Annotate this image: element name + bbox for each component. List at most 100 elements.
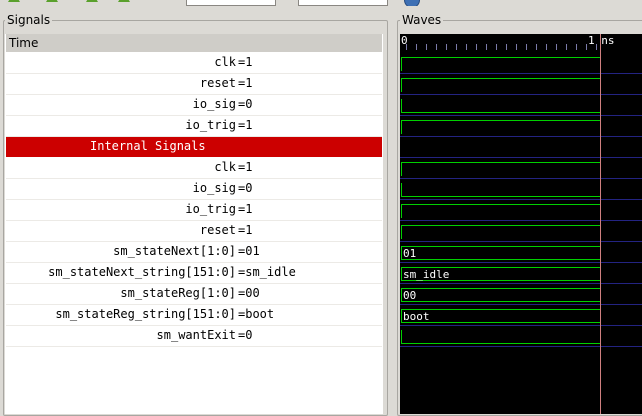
- signal-value: =1: [238, 76, 253, 90]
- waves-canvas[interactable]: 0 1 ns 01 sm_idle 00 boot: [400, 34, 642, 414]
- signals-list[interactable]: Time clk =1 reset =1 io_sig =0 io_trig =1 Intern…: [5, 34, 383, 414]
- trace-high: [402, 225, 600, 226]
- trace-low: [402, 343, 600, 344]
- trace-edge: [401, 330, 402, 344]
- ruler-tick: [516, 44, 517, 50]
- signal-row[interactable]: io_sig =0: [6, 179, 382, 200]
- ruler-tick: [476, 44, 477, 50]
- ruler-tick: [576, 44, 577, 50]
- forward-icon[interactable]: [118, 0, 130, 2]
- bit-trace: [400, 221, 642, 242]
- bit-trace: [400, 200, 642, 221]
- bit-trace: [400, 74, 642, 95]
- ruler-tick: [426, 44, 427, 50]
- vector-edge: [401, 309, 402, 323]
- vector-trace: boot: [400, 305, 642, 326]
- to-time-field[interactable]: [298, 0, 388, 6]
- signal-name: sm_stateNext[1:0]: [113, 244, 236, 258]
- ruler-tick: [536, 44, 537, 50]
- signal-name: io_trig: [185, 202, 236, 216]
- signal-value: =boot: [238, 307, 275, 321]
- ruler-tick: [406, 44, 407, 50]
- back-icon[interactable]: [86, 0, 98, 2]
- trace-edge: [401, 183, 402, 197]
- signal-name: clk: [214, 55, 236, 69]
- ruler-tick: [456, 44, 457, 50]
- time-header: Time: [9, 36, 39, 50]
- vector-value: 01: [403, 247, 417, 260]
- time-ruler[interactable]: 0 1 ns: [400, 34, 642, 52]
- trace-high: [402, 204, 600, 205]
- vector-bottom: [402, 259, 600, 260]
- trace-high: [402, 120, 600, 121]
- ruler-tick: [556, 44, 557, 50]
- trace-edge: [401, 225, 402, 239]
- signal-name: sm_wantExit: [156, 328, 236, 342]
- signal-row[interactable]: sm_stateReg[1:0] =00: [6, 284, 382, 305]
- vector-edge: [401, 288, 402, 302]
- vector-top: [402, 246, 600, 247]
- signal-row[interactable]: sm_stateReg_string[151:0] =boot: [6, 305, 382, 326]
- signal-value: =0: [238, 328, 253, 342]
- trace-edge: [401, 99, 402, 113]
- waves-frame-title: Waves: [400, 13, 444, 27]
- group-trace: [400, 137, 642, 158]
- trace-high: [402, 57, 600, 58]
- pane-splitter[interactable]: [390, 20, 394, 414]
- signal-value: =0: [238, 181, 253, 195]
- signal-value: =1: [238, 118, 253, 132]
- signal-value: =1: [238, 223, 253, 237]
- signal-name: io_sig: [192, 97, 236, 111]
- signal-name: sm_stateReg_string[151:0]: [55, 307, 236, 321]
- vector-trace: sm_idle: [400, 263, 642, 284]
- signal-row[interactable]: reset =1: [6, 221, 382, 242]
- zoom-in-icon[interactable]: [46, 0, 58, 2]
- signal-row[interactable]: clk =1: [6, 53, 382, 74]
- signal-name: reset: [199, 76, 236, 90]
- signal-value: =1: [238, 160, 253, 174]
- zoom-fit-icon[interactable]: [8, 0, 20, 2]
- ruler-tick: [446, 44, 447, 50]
- signal-row[interactable]: io_trig =1: [6, 116, 382, 137]
- signal-row[interactable]: clk =1: [6, 158, 382, 179]
- from-time-field[interactable]: [186, 0, 276, 6]
- signal-name: sm_stateNext_string[151:0]: [48, 265, 236, 279]
- signal-value: =1: [238, 202, 253, 216]
- ruler-tick: [436, 44, 437, 50]
- signal-row[interactable]: reset =1: [6, 74, 382, 95]
- toolbar: [0, 0, 642, 6]
- row-separator: [400, 346, 642, 347]
- signal-name: clk: [214, 160, 236, 174]
- vector-value: 00: [403, 289, 417, 302]
- vector-value: sm_idle: [403, 268, 450, 281]
- ruler-tick: [506, 44, 507, 50]
- signal-value: =sm_idle: [238, 265, 296, 279]
- vector-top: [402, 309, 600, 310]
- trace-high: [402, 162, 600, 163]
- signal-name: io_sig: [192, 181, 236, 195]
- signal-row[interactable]: sm_stateNext[1:0] =01: [6, 242, 382, 263]
- signal-value: =1: [238, 55, 253, 69]
- signal-row[interactable]: sm_stateNext_string[151:0] =sm_idle: [6, 263, 382, 284]
- group-row-internal-signals[interactable]: Internal Signals: [6, 137, 382, 157]
- bit-trace: [400, 158, 642, 179]
- bit-trace: [400, 326, 642, 347]
- reload-icon[interactable]: [404, 0, 420, 6]
- vector-trace: 00: [400, 284, 642, 305]
- signal-row[interactable]: io_trig =1: [6, 200, 382, 221]
- trace-high: [402, 78, 600, 79]
- trace-edge: [401, 78, 402, 92]
- signals-header: Time: [6, 34, 382, 52]
- ruler-tick: [586, 44, 587, 50]
- ruler-tick: [566, 44, 567, 50]
- signal-row[interactable]: sm_wantExit =0: [6, 326, 382, 347]
- bit-trace: [400, 179, 642, 200]
- ruler-tick: [596, 44, 597, 50]
- ruler-end-label: 1 ns: [588, 34, 615, 47]
- ruler-tick: [546, 44, 547, 50]
- signal-name: sm_stateReg[1:0]: [120, 286, 236, 300]
- ruler-tick: [526, 44, 527, 50]
- vector-bottom: [402, 322, 600, 323]
- signal-value: =01: [238, 244, 260, 258]
- signal-row[interactable]: io_sig =0: [6, 95, 382, 116]
